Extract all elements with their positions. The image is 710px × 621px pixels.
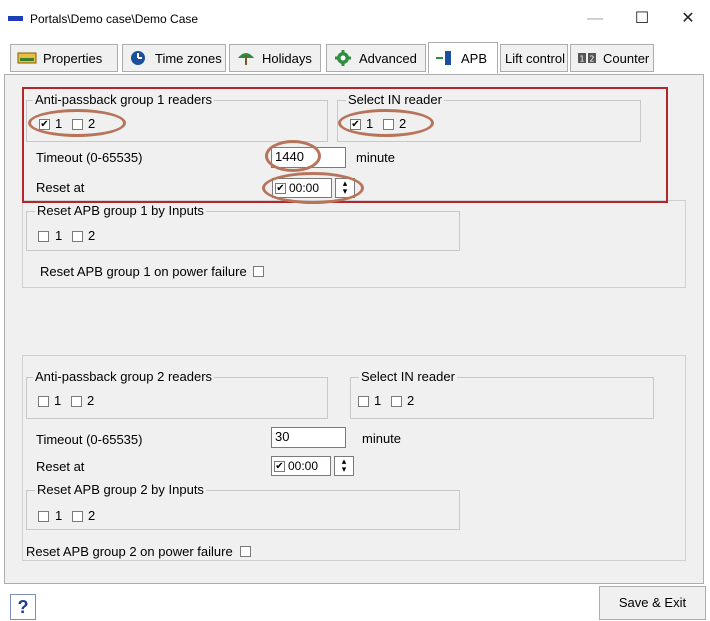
clock-icon bbox=[131, 51, 145, 65]
maximize-button[interactable]: ☐ bbox=[622, 6, 662, 32]
timeout-unit: minute bbox=[362, 431, 402, 446]
tab-label: APB bbox=[461, 50, 488, 66]
tab-label: Holidays bbox=[262, 50, 312, 66]
group2-in-reader1-checkbox[interactable] bbox=[358, 396, 369, 407]
tab-label: Lift control bbox=[505, 50, 565, 66]
group-title: Reset APB group 2 by Inputs bbox=[35, 482, 206, 497]
beach-umbrella-icon bbox=[238, 53, 254, 65]
counter-icon: 12 bbox=[578, 53, 596, 64]
time-value: 00:00 bbox=[288, 459, 319, 473]
checkbox-label: 2 bbox=[87, 393, 95, 408]
tab-label: Properties bbox=[43, 50, 103, 66]
group2-reader1-checkbox[interactable] bbox=[38, 396, 49, 407]
gear-icon bbox=[335, 50, 351, 66]
highlight-ellipse bbox=[265, 140, 321, 172]
group2-timeout-input[interactable]: 30 bbox=[271, 427, 346, 448]
group2-reset-checkbox[interactable]: ✔ bbox=[274, 460, 285, 472]
tab-lift-control[interactable]: Lift control bbox=[500, 44, 568, 72]
tab-label: Advanced bbox=[359, 50, 417, 66]
svg-text:1: 1 bbox=[580, 55, 585, 64]
window-title: Portals\Demo case\Demo Case bbox=[30, 12, 199, 26]
time-spinner[interactable]: ▴ ▾ bbox=[334, 456, 354, 476]
tab-label: Counter bbox=[603, 50, 650, 66]
tab-label: Time zones bbox=[155, 50, 222, 66]
save-exit-button[interactable]: Save & Exit bbox=[599, 586, 706, 620]
tab-properties[interactable]: Properties bbox=[10, 44, 118, 72]
properties-icon bbox=[17, 52, 37, 64]
timeout-label: Timeout (0-65535) bbox=[36, 432, 143, 447]
tab-advanced[interactable]: Advanced bbox=[326, 44, 426, 72]
checkbox-label: 1 bbox=[55, 508, 63, 523]
checkbox-label: 2 bbox=[407, 393, 415, 408]
tab-holidays[interactable]: Holidays bbox=[229, 44, 321, 72]
app-icon bbox=[8, 16, 23, 21]
power-failure-label: Reset APB group 2 on power failure bbox=[26, 544, 233, 559]
group2-in-reader2-checkbox[interactable] bbox=[391, 396, 402, 407]
group2-reader2-checkbox[interactable] bbox=[71, 396, 82, 407]
minimize-button[interactable]: — bbox=[575, 6, 615, 32]
group2-input1-checkbox[interactable] bbox=[38, 511, 49, 522]
checkbox-label: 2 bbox=[88, 508, 96, 523]
help-button[interactable]: ? bbox=[10, 594, 36, 620]
door-arrow-icon bbox=[436, 51, 451, 65]
reset-at-label: Reset at bbox=[36, 459, 85, 474]
tab-time-zones[interactable]: Time zones bbox=[122, 44, 226, 72]
tab-counter[interactable]: 12 Counter bbox=[570, 44, 654, 72]
highlight-ellipse bbox=[262, 172, 364, 204]
group2-reset-time-picker[interactable]: ✔ 00:00 bbox=[271, 456, 331, 476]
group-title: Select IN reader bbox=[359, 369, 457, 384]
tab-apb[interactable]: APB bbox=[428, 42, 498, 74]
group2-power-failure-checkbox[interactable] bbox=[240, 546, 251, 557]
svg-text:2: 2 bbox=[590, 55, 595, 64]
checkbox-label: 1 bbox=[54, 393, 62, 408]
close-button[interactable]: ✕ bbox=[668, 6, 708, 32]
group1-frame bbox=[22, 200, 686, 288]
group2-input2-checkbox[interactable] bbox=[72, 511, 83, 522]
highlight-ellipse bbox=[28, 109, 126, 137]
group-title: Anti-passback group 2 readers bbox=[33, 369, 215, 384]
checkbox-label: 1 bbox=[374, 393, 382, 408]
title-bar: Portals\Demo case\Demo Case — ☐ ✕ bbox=[0, 0, 710, 38]
highlight-ellipse bbox=[338, 109, 434, 137]
